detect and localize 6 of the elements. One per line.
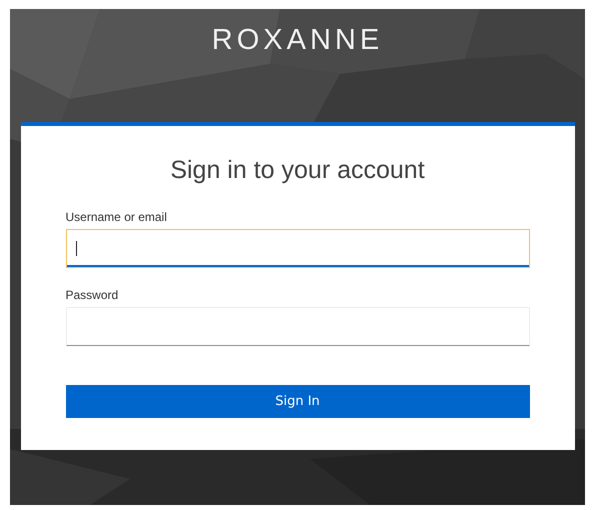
brand-title: ROXANNE <box>212 23 384 58</box>
card-heading: Sign in to your account <box>169 156 426 185</box>
field-label: Username or email <box>66 210 168 224</box>
field-label: Password <box>66 288 120 302</box>
sign-in-button[interactable]: Sign In <box>66 385 530 418</box>
input-field[interactable] <box>66 229 530 268</box>
